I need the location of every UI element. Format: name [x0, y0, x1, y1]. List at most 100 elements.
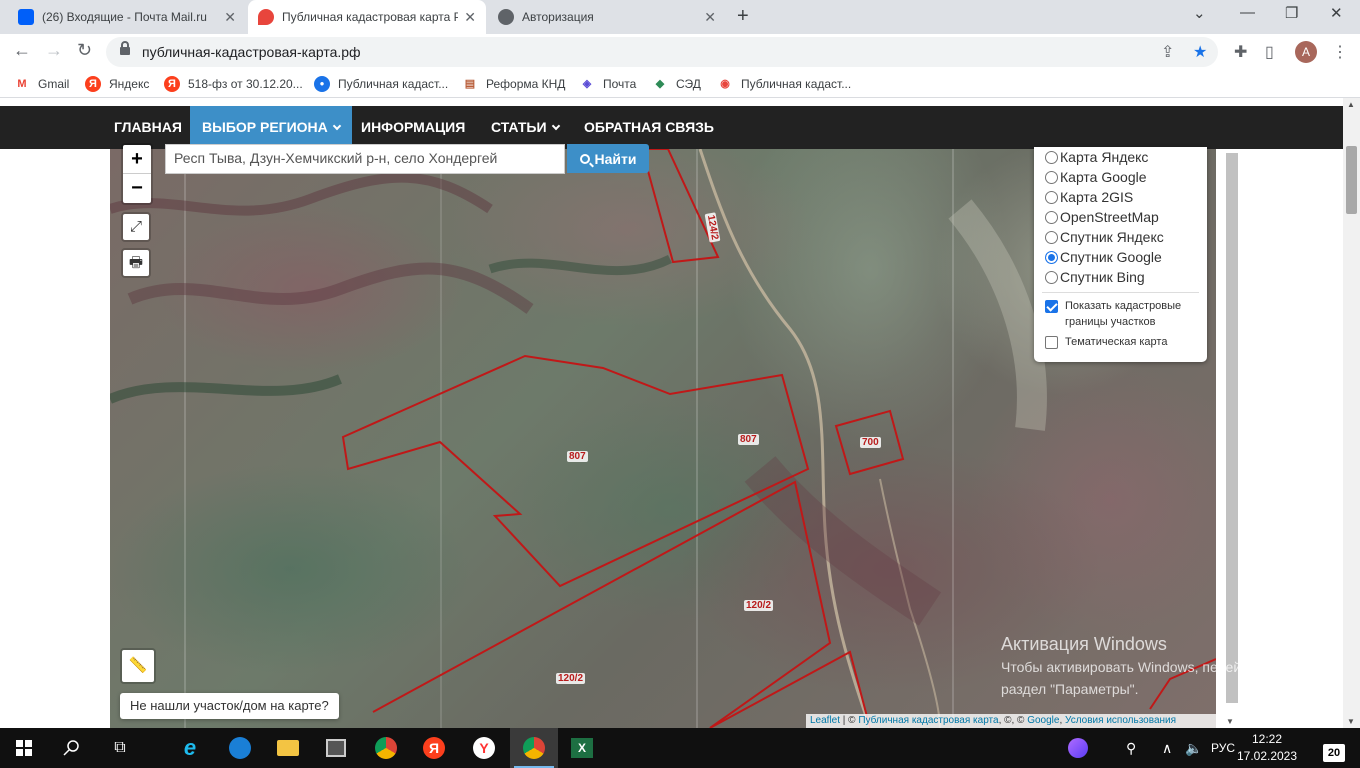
- parcel-label[interactable]: 807: [738, 434, 759, 445]
- bookmark-label: 518-фз от 30.12.20...: [188, 77, 303, 91]
- nav-region-select[interactable]: ВЫБОР РЕГИОНА: [190, 106, 352, 149]
- bookmark-sed[interactable]: ◆ СЭД: [652, 76, 701, 92]
- notification-center-badge[interactable]: 20: [1323, 744, 1345, 762]
- parcel-label[interactable]: 700: [860, 437, 881, 448]
- radio-button[interactable]: [1045, 150, 1058, 164]
- page-scrollbar[interactable]: ▲ ▼: [1343, 98, 1360, 728]
- radio-button-selected[interactable]: [1045, 250, 1058, 264]
- excel-app[interactable]: X: [558, 728, 606, 768]
- new-tab-button[interactable]: +: [737, 5, 749, 28]
- yandex-app[interactable]: Я: [410, 728, 458, 768]
- search-button[interactable]: Найти: [567, 144, 649, 173]
- bookmark-star-icon[interactable]: ★: [1193, 42, 1207, 62]
- back-arrow-icon[interactable]: ←: [13, 40, 31, 61]
- chrome-app[interactable]: [362, 728, 410, 768]
- search-taskbar-button[interactable]: [48, 728, 96, 768]
- google-link[interactable]: Google: [1027, 715, 1059, 726]
- scroll-up-arrow-icon[interactable]: ▲: [1347, 100, 1355, 109]
- system-clock[interactable]: 12:22 17.02.2023: [1232, 731, 1302, 765]
- address-bar[interactable]: публичная-кадастровая-карта.рф ⇪ ★: [106, 37, 1218, 67]
- pkk-link[interactable]: Публичная кадастровая карта: [858, 715, 998, 726]
- bookmark-label: Почта: [603, 77, 637, 91]
- not-found-button[interactable]: Не нашли участок/дом на карте?: [120, 693, 339, 719]
- zoom-in-button[interactable]: +: [123, 145, 151, 174]
- chrome-profile-app[interactable]: [510, 728, 558, 768]
- scrollbar-thumb[interactable]: [1346, 146, 1357, 214]
- start-button[interactable]: [0, 728, 48, 768]
- restore-icon[interactable]: ❐: [1285, 4, 1298, 22]
- explorer-app[interactable]: [264, 728, 312, 768]
- alice-assistant-button[interactable]: [1068, 728, 1088, 768]
- close-icon[interactable]: ✕: [704, 9, 716, 26]
- search-input[interactable]: Респ Тыва, Дзун-Хемчикский р-н, село Хон…: [165, 144, 565, 174]
- close-icon[interactable]: ✕: [464, 9, 476, 26]
- layer-option[interactable]: Карта Google: [1042, 167, 1199, 187]
- tray-chevron-up-icon[interactable]: ∧: [1162, 728, 1172, 768]
- layer-option[interactable]: Карта Яндекс: [1042, 147, 1199, 167]
- layer-option[interactable]: Спутник Bing: [1042, 267, 1199, 287]
- parcel-label[interactable]: 120/2: [744, 600, 774, 611]
- extensions-puzzle-icon[interactable]: ✚: [1234, 42, 1247, 62]
- reload-icon[interactable]: ↻: [77, 40, 92, 61]
- checkbox-checked[interactable]: [1045, 300, 1058, 313]
- radio-button[interactable]: [1045, 190, 1058, 204]
- tab-mail[interactable]: (26) Входящие - Почта Mail.ru ✕: [8, 0, 246, 34]
- gmail-icon: M: [17, 78, 27, 90]
- tab-search-chevron-icon[interactable]: ⌄: [1193, 4, 1206, 22]
- layer-option[interactable]: OpenStreetMap: [1042, 207, 1199, 227]
- bookmark-yandex[interactable]: Я Яндекс: [85, 76, 149, 92]
- bookmark-cadastral-1[interactable]: ● Публичная кадаст...: [314, 76, 448, 92]
- tab-cadastral-map[interactable]: Публичная кадастровая карта Р ✕: [248, 0, 486, 34]
- forward-arrow-icon[interactable]: →: [45, 40, 63, 61]
- radio-button[interactable]: [1045, 230, 1058, 244]
- menu-dots-icon[interactable]: ⋮: [1332, 42, 1348, 62]
- thematic-map-option[interactable]: Тематическая карта: [1042, 334, 1199, 350]
- side-panel-icon[interactable]: ▯: [1265, 42, 1274, 62]
- bookmark-518fz[interactable]: Я 518-фз от 30.12.20...: [164, 76, 303, 92]
- task-view-button[interactable]: ⧉: [96, 728, 144, 768]
- scroll-down-arrow-icon[interactable]: ▼: [1226, 717, 1234, 726]
- bookmark-pochta[interactable]: ◈ Почта: [579, 76, 637, 92]
- terms-link[interactable]: Условия использования: [1065, 715, 1176, 726]
- bookmark-gmail[interactable]: M Gmail: [14, 76, 69, 92]
- radio-button[interactable]: [1045, 170, 1058, 184]
- scrollbar-thumb[interactable]: [1226, 153, 1238, 703]
- checkbox[interactable]: [1045, 336, 1058, 349]
- leaflet-link[interactable]: Leaflet: [810, 715, 840, 726]
- layer-label: Карта 2GIS: [1060, 189, 1134, 205]
- layer-option[interactable]: Карта 2GIS: [1042, 187, 1199, 207]
- radio-button[interactable]: [1045, 210, 1058, 224]
- cadastral-borders-option[interactable]: Показать кадастровые границы участков: [1042, 298, 1199, 330]
- print-button[interactable]: 🖶: [121, 248, 151, 278]
- minimize-icon[interactable]: —: [1240, 4, 1255, 21]
- layer-option[interactable]: Спутник Google: [1042, 247, 1199, 267]
- yandex-browser-app[interactable]: Y: [460, 728, 508, 768]
- volume-icon[interactable]: 🔈: [1185, 728, 1202, 768]
- measure-button[interactable]: 📏: [120, 648, 156, 684]
- close-icon[interactable]: ✕: [224, 9, 236, 26]
- bookmark-reforma-knd[interactable]: ▤ Реформа КНД: [462, 76, 566, 92]
- fullscreen-button[interactable]: ⤢: [121, 212, 151, 242]
- share-icon[interactable]: ⇪: [1161, 42, 1174, 62]
- edge-app[interactable]: [216, 728, 264, 768]
- zoom-out-button[interactable]: −: [123, 174, 151, 203]
- parcel-label[interactable]: 807: [567, 451, 588, 462]
- bookmark-cadastral-2[interactable]: ◉ Публичная кадаст...: [717, 76, 851, 92]
- scroll-down-arrow-icon[interactable]: ▼: [1347, 717, 1355, 726]
- nav-articles[interactable]: СТАТЬИ: [479, 106, 571, 149]
- nav-information[interactable]: ИНФОРМАЦИЯ: [349, 106, 477, 149]
- close-window-icon[interactable]: ✕: [1330, 4, 1343, 22]
- parcel-boundary-807[interactable]: [341, 354, 810, 588]
- watermark-line: раздел "Параметры".: [1001, 681, 1139, 697]
- folder-icon: [277, 740, 299, 756]
- radio-button[interactable]: [1045, 270, 1058, 284]
- tab-authorization[interactable]: Авторизация ✕: [488, 0, 726, 34]
- store-app[interactable]: [312, 728, 360, 768]
- nav-feedback[interactable]: ОБРАТНАЯ СВЯЗЬ: [572, 106, 726, 149]
- profile-avatar[interactable]: A: [1295, 41, 1317, 63]
- people-icon[interactable]: ⚲: [1126, 728, 1136, 768]
- ie-app[interactable]: e: [166, 728, 214, 768]
- ruler-icon: 📏: [128, 657, 148, 674]
- layer-option[interactable]: Спутник Яндекс: [1042, 227, 1199, 247]
- parcel-label[interactable]: 120/2: [556, 673, 586, 684]
